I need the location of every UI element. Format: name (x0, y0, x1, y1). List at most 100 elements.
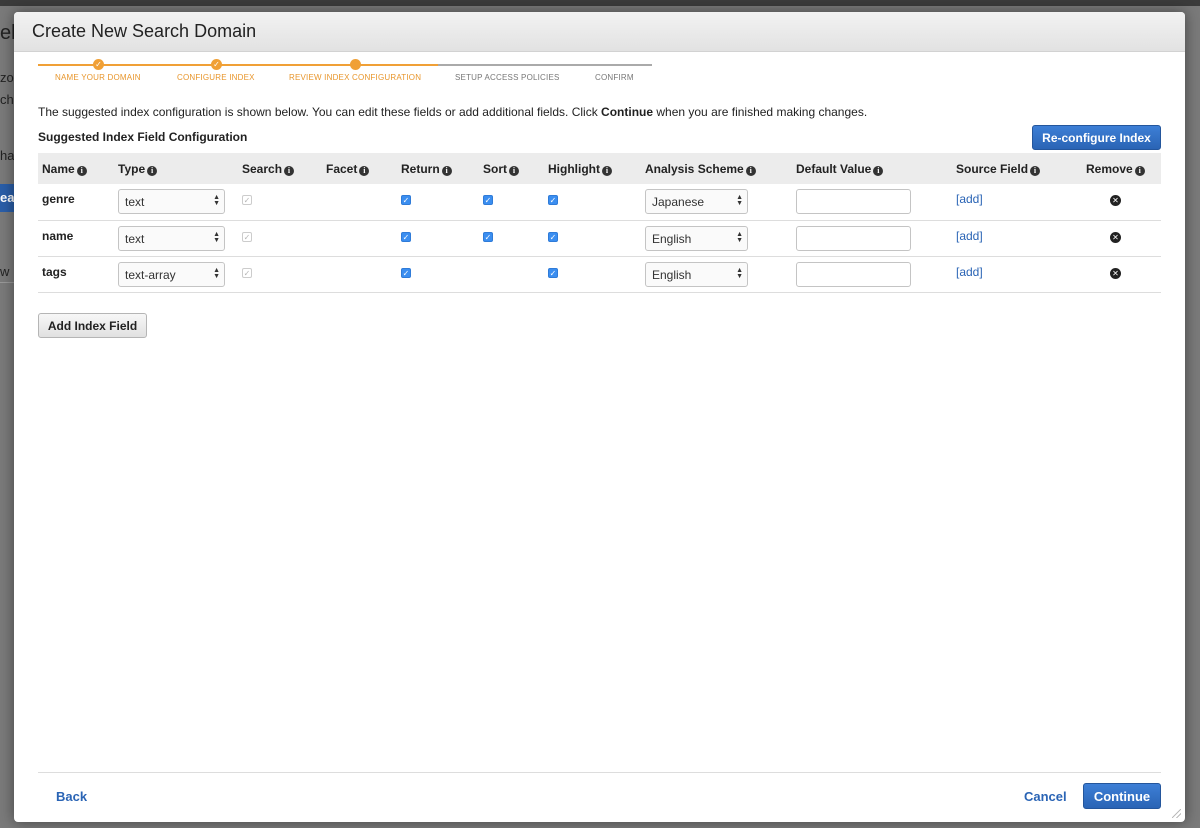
field-type-cell: text-array ▲ ▼ (114, 256, 238, 293)
analysis-scheme-select[interactable]: Japanese ▲ ▼ (645, 189, 748, 214)
step-complete-check-icon: ✓ (93, 59, 104, 70)
step-complete-check-icon: ✓ (211, 59, 222, 70)
cancel-link[interactable]: Cancel (1024, 789, 1067, 804)
step-label-configure-index[interactable]: CONFIGURE INDEX (177, 73, 255, 82)
info-icon[interactable]: i (873, 165, 884, 176)
info-icon[interactable]: i (745, 165, 756, 176)
search-checkbox: ✓ (242, 195, 252, 205)
highlight-checkbox[interactable]: ✓ (548, 231, 558, 242)
search-cell: ✓ (238, 184, 322, 221)
footer-divider (38, 772, 1161, 773)
background-topbar (0, 0, 1200, 6)
column-header-return: Return i (397, 153, 479, 184)
background-divider (0, 282, 14, 283)
info-icon[interactable]: i (601, 165, 612, 176)
info-icon[interactable]: i (1134, 165, 1145, 176)
analysis-scheme-select[interactable]: English ▲ ▼ (645, 225, 748, 251)
sort-checkbox[interactable]: ✓ (483, 231, 493, 242)
analysis-cell: Japanese ▲ ▼ (641, 184, 792, 221)
remove-cell: ✕ (1082, 184, 1161, 221)
default-value-input[interactable] (796, 225, 911, 251)
reconfigure-index-button[interactable]: Re-configure Index (1032, 125, 1161, 150)
default-value-input[interactable] (796, 189, 911, 214)
step-current-dot-icon (350, 59, 361, 70)
highlight-cell: ✓ (544, 256, 641, 293)
field-name-cell: genre (38, 184, 114, 221)
add-source-field-link[interactable]: [add] (956, 265, 983, 279)
step-label-name-domain[interactable]: NAME YOUR DOMAIN (55, 73, 141, 82)
highlight-checkbox[interactable]: ✓ (548, 195, 558, 205)
step-label-review-index: REVIEW INDEX CONFIGURATION (289, 73, 422, 82)
intro-text-start: The suggested index configuration is sho… (38, 105, 602, 119)
add-index-field-button[interactable]: Add Index Field (38, 313, 147, 338)
add-source-field-link[interactable]: [add] (956, 229, 983, 243)
analysis-scheme-value: English (652, 267, 692, 282)
highlight-cell: ✓ (544, 184, 641, 221)
modal-header: Create New Search Domain (14, 12, 1185, 52)
column-header-default-value: Default Value i (792, 153, 952, 184)
analysis-cell: English ▲ ▼ (641, 256, 792, 293)
resize-grip-icon[interactable] (1172, 809, 1181, 818)
remove-field-icon[interactable]: ✕ (1110, 267, 1121, 279)
column-header-facet: Facet i (322, 153, 397, 184)
section-title: Suggested Index Field Configuration (38, 130, 248, 144)
type-select[interactable]: text ▲ ▼ (118, 225, 225, 251)
field-name-cell: name (38, 220, 114, 257)
column-header-name: Name i (38, 153, 114, 184)
default-value-cell (792, 256, 952, 293)
create-search-domain-modal: Create New Search Domain ✓ ✓ NAME YOUR D… (14, 12, 1185, 822)
info-icon[interactable]: i (509, 165, 519, 176)
return-checkbox[interactable]: ✓ (401, 267, 411, 278)
column-header-source-field: Source Field i (952, 153, 1082, 184)
intro-text: The suggested index configuration is sho… (38, 105, 867, 119)
info-icon[interactable]: i (359, 165, 370, 176)
default-value-cell (792, 184, 952, 221)
field-name-cell: tags (38, 256, 114, 293)
info-icon[interactable]: i (76, 165, 87, 176)
type-select[interactable]: text-array ▲ ▼ (118, 261, 225, 287)
remove-cell: ✕ (1082, 256, 1161, 293)
analysis-cell: English ▲ ▼ (641, 220, 792, 257)
remove-field-icon[interactable]: ✕ (1110, 231, 1121, 243)
type-select[interactable]: text ▲ ▼ (118, 189, 225, 214)
column-header-type: Type i (114, 153, 238, 184)
sort-checkbox[interactable]: ✓ (483, 195, 493, 205)
return-cell: ✓ (397, 184, 479, 221)
analysis-scheme-select[interactable]: English ▲ ▼ (645, 261, 748, 287)
highlight-checkbox[interactable]: ✓ (548, 267, 558, 278)
field-type-cell: text ▲ ▼ (114, 220, 238, 257)
analysis-scheme-value: Japanese (652, 195, 705, 209)
info-icon[interactable]: i (147, 165, 158, 176)
source-field-cell: [add] (952, 220, 1082, 257)
table-header-row: Name i Type i Search i Facet i Return i Sort i… (38, 153, 1161, 184)
back-link[interactable]: Back (56, 789, 87, 804)
default-value-input[interactable] (796, 261, 911, 287)
default-value-cell (792, 220, 952, 257)
column-header-sort: Sort i (479, 153, 544, 184)
column-header-analysis-scheme: Analysis Scheme i (641, 153, 792, 184)
field-name: tags (42, 264, 67, 279)
field-name: name (42, 228, 74, 243)
add-source-field-link[interactable]: [add] (956, 192, 983, 206)
type-select-value: text (125, 195, 145, 209)
table-row: tags text-array ▲ ▼ ✓ ✓ ✓ English ▲ ▼ [add] … (38, 256, 1161, 293)
intro-continue-emphasis: Continue (601, 105, 654, 119)
info-icon[interactable]: i (284, 165, 295, 176)
source-field-cell: [add] (952, 256, 1082, 293)
select-arrows-icon: ▲ ▼ (736, 230, 743, 244)
return-cell: ✓ (397, 256, 479, 293)
table-row: name text ▲ ▼ ✓ ✓ ✓ ✓ English ▲ ▼ [add] ✕ (38, 220, 1161, 257)
column-header-search: Search i (238, 153, 322, 184)
column-header-remove: Remove i (1082, 153, 1161, 184)
remove-field-icon[interactable]: ✕ (1110, 195, 1121, 206)
select-arrows-icon: ▲ ▼ (736, 194, 743, 207)
column-header-highlight: Highlight i (544, 153, 641, 184)
info-icon[interactable]: i (1030, 165, 1041, 176)
sort-cell: ✓ (479, 220, 544, 257)
background-text-fragment: hav (0, 148, 14, 163)
continue-button[interactable]: Continue (1083, 783, 1161, 809)
return-checkbox[interactable]: ✓ (401, 195, 411, 205)
return-checkbox[interactable]: ✓ (401, 231, 411, 242)
info-icon[interactable]: i (441, 165, 452, 176)
field-name: genre (42, 192, 75, 206)
